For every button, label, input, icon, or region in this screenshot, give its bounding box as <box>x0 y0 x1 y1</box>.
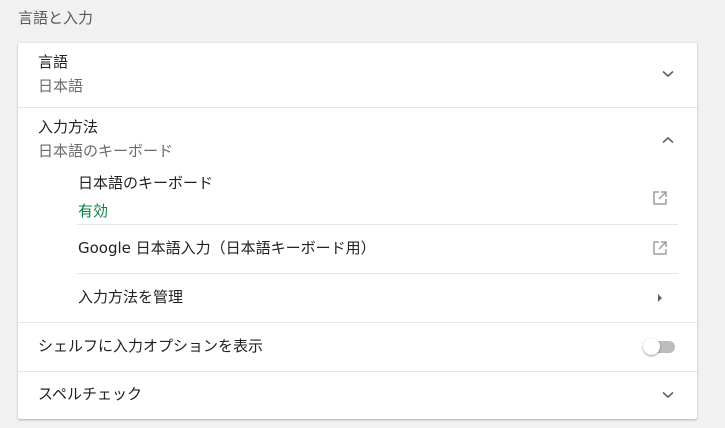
spellcheck-label: スペルチェック <box>38 385 142 403</box>
input-method-item-label: Google 日本語入力（日本語キーボード用） <box>78 239 376 257</box>
section-title: 言語と入力 <box>18 9 94 27</box>
chevron-up-icon[interactable] <box>660 132 676 148</box>
language-label: 言語 <box>38 53 69 71</box>
input-method-item-google-japanese-input[interactable]: Google 日本語入力（日本語キーボード用） <box>18 225 697 273</box>
input-method-label: 入力方法 <box>38 118 99 136</box>
shelf-input-options-label: シェルフに入力オプションを表示 <box>38 337 264 355</box>
language-row[interactable]: 言語 日本語 <box>18 43 697 107</box>
open-in-new-icon[interactable] <box>652 190 668 206</box>
input-method-row[interactable]: 入力方法 日本語のキーボード <box>18 108 697 164</box>
input-method-value: 日本語のキーボード <box>38 142 174 160</box>
input-method-item-status: 有効 <box>78 202 109 220</box>
shelf-input-options-row[interactable]: シェルフに入力オプションを表示 <box>18 323 697 371</box>
language-input-card: 言語 日本語 入力方法 日本語のキーボード 日本語のキーボード 有効 Googl… <box>18 43 697 419</box>
spellcheck-row[interactable]: スペルチェック <box>18 372 697 419</box>
chevron-down-icon[interactable] <box>660 66 676 82</box>
manage-input-methods-label: 入力方法を管理 <box>78 288 184 306</box>
toggle-knob <box>643 338 660 355</box>
shelf-input-options-toggle[interactable] <box>643 338 675 355</box>
open-in-new-icon[interactable] <box>652 240 668 256</box>
input-method-item-label: 日本語のキーボード <box>78 174 214 192</box>
language-value: 日本語 <box>38 77 84 95</box>
chevron-down-icon[interactable] <box>660 387 676 403</box>
manage-input-methods-row[interactable]: 入力方法を管理 <box>18 274 697 322</box>
chevron-right-icon[interactable] <box>652 290 668 306</box>
input-method-item-japanese-keyboard[interactable]: 日本語のキーボード 有効 <box>18 165 697 224</box>
